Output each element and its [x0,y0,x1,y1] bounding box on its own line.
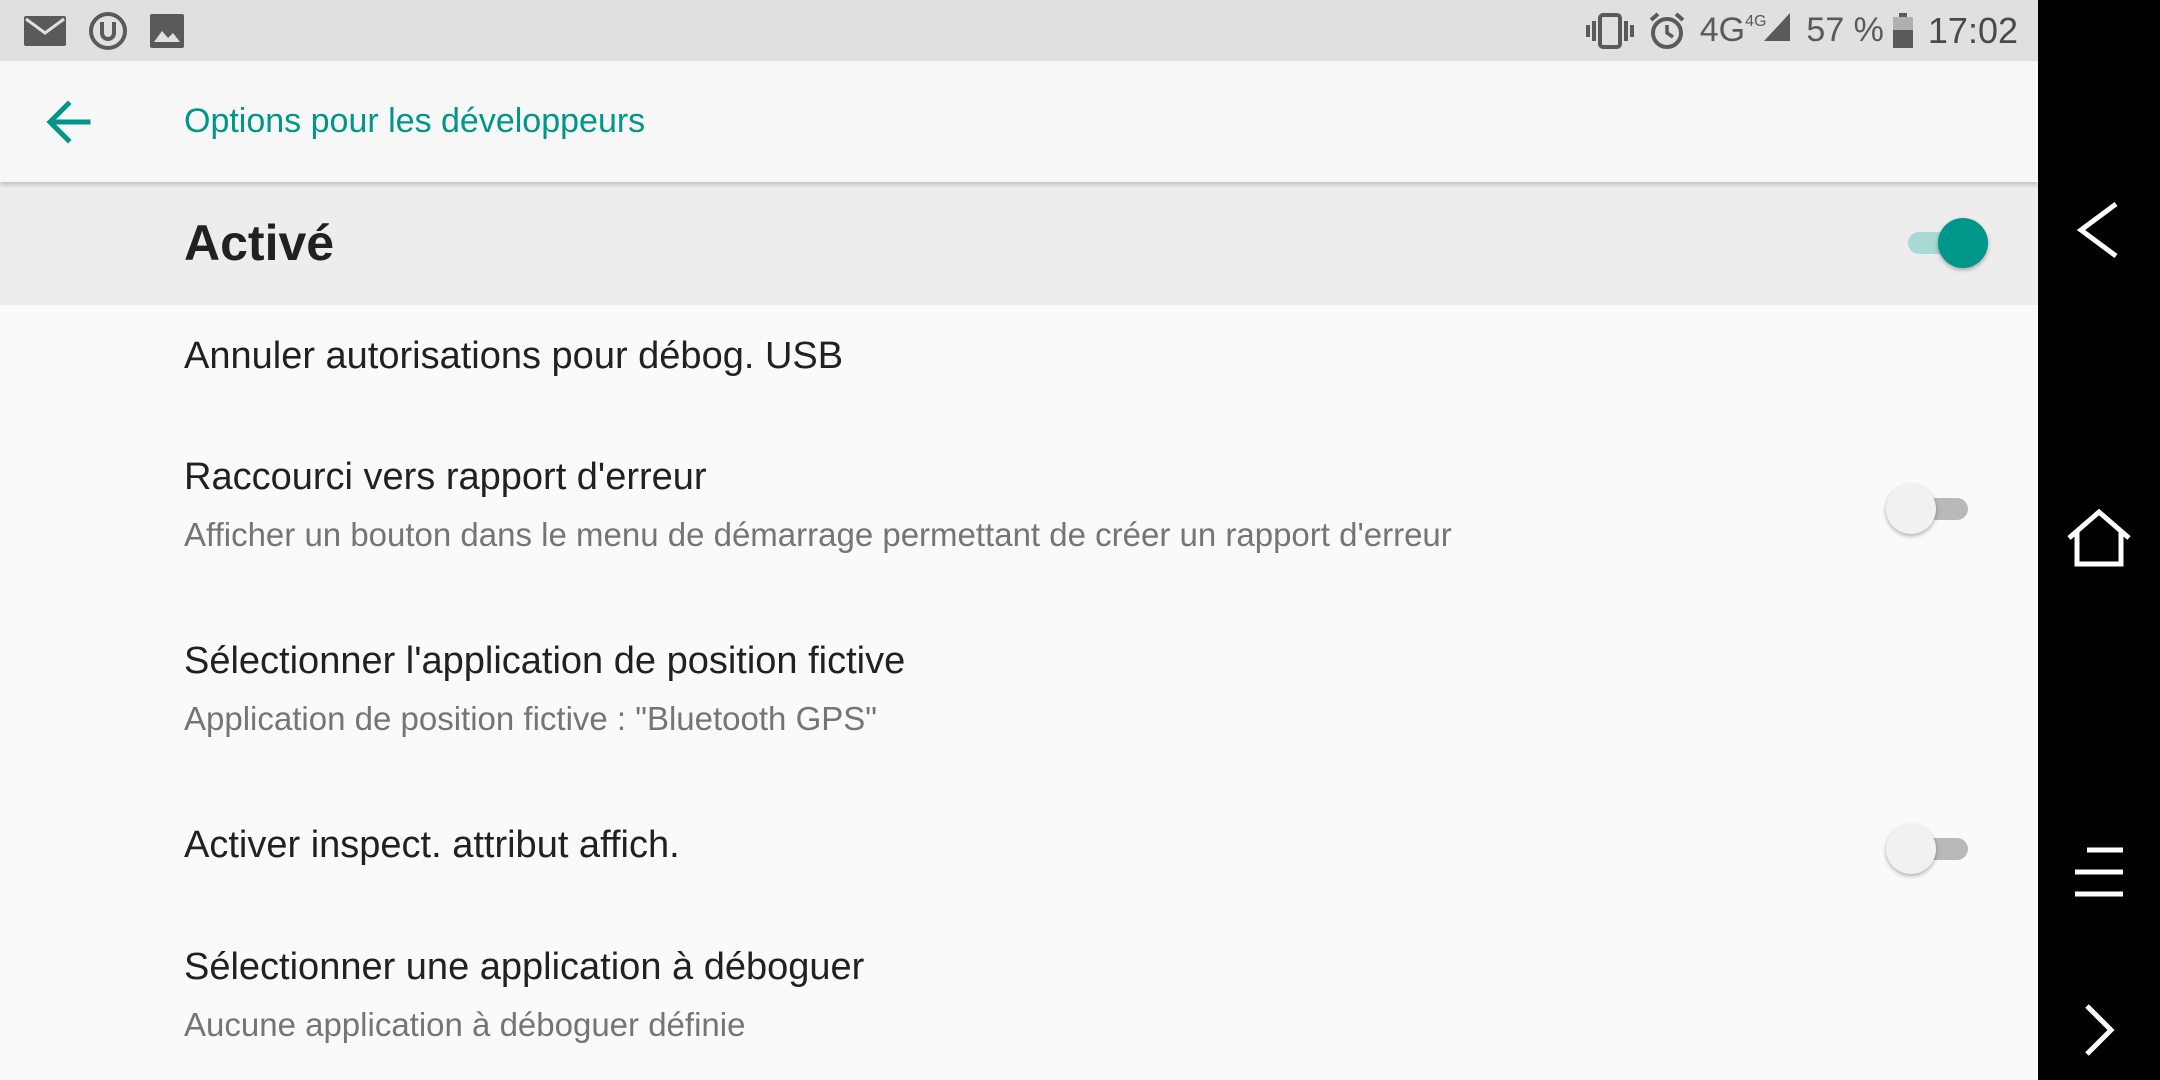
status-bar: 4G 4G 57 % 17:02 [0,0,2038,61]
toggle-thumb [1938,218,1988,268]
pref-title: Activer inspect. attribut affich. [184,824,680,866]
menu-icon [2075,847,2123,897]
navigation-bar [2038,0,2160,1080]
pref-debug-app[interactable]: Sélectionner une application à déboguer … [0,892,2038,1080]
back-icon [2076,201,2118,259]
toggle-thumb [1886,484,1936,534]
arrow-back-icon [46,100,91,144]
pref-view-attribute-inspection[interactable]: Activer inspect. attribut affich. [0,768,2038,892]
signal-icon [1764,13,1791,41]
system-status: 4G 4G 57 % 17:02 [1572,10,2018,52]
image-icon [150,13,184,48]
toggle-thumb [1886,824,1936,874]
pref-title: Raccourci vers rapport d'erreur [184,456,707,498]
pref-mock-location-app[interactable]: Sélectionner l'application de position f… [0,584,2038,768]
nav-menu-button[interactable] [2059,834,2139,914]
pref-bug-report-shortcut[interactable]: Raccourci vers rapport d'erreur Afficher… [0,400,2038,584]
master-switch-row[interactable]: Activé [0,182,2038,305]
nav-back-button[interactable] [2059,190,2139,270]
page-title: Options pour les développeurs [184,102,646,140]
bug-report-toggle[interactable] [1886,484,1970,534]
battery-percent: 57 % [1806,11,1884,49]
app-bar: Options pour les développeurs [0,61,2038,182]
clock: 17:02 [1927,9,2018,51]
nav-forward-button[interactable] [2059,990,2139,1070]
pref-summary: Afficher un bouton dans le menu de démar… [184,516,1452,553]
network-indicator: 4G 4G [1700,11,1793,50]
network-type: 4G [1699,11,1746,49]
back-button[interactable] [40,95,104,149]
vibrate-icon [1585,12,1634,49]
pref-title: Annuler autorisations pour débog. USB [184,335,844,377]
u-badge-icon [89,11,127,50]
home-icon [2067,508,2131,567]
pref-summary: Application de position fictive : "Bluet… [184,700,877,737]
pref-revoke-usb-debugging[interactable]: Annuler autorisations pour débog. USB [0,305,2038,400]
pref-title: Sélectionner une application à déboguer [184,946,865,988]
forward-icon [2085,1004,2115,1056]
master-switch-toggle[interactable] [1904,218,1988,268]
attribute-inspection-toggle[interactable] [1886,824,1970,874]
alarm-icon [1649,11,1685,49]
nav-home-button[interactable] [2059,500,2139,580]
notification-icons [24,11,206,51]
master-switch-label: Activé [184,215,335,271]
pref-title: Sélectionner l'application de position f… [184,640,906,682]
battery-icon [1892,12,1913,48]
mail-icon [24,15,66,46]
pref-summary: Aucune application à déboguer définie [184,1006,746,1043]
